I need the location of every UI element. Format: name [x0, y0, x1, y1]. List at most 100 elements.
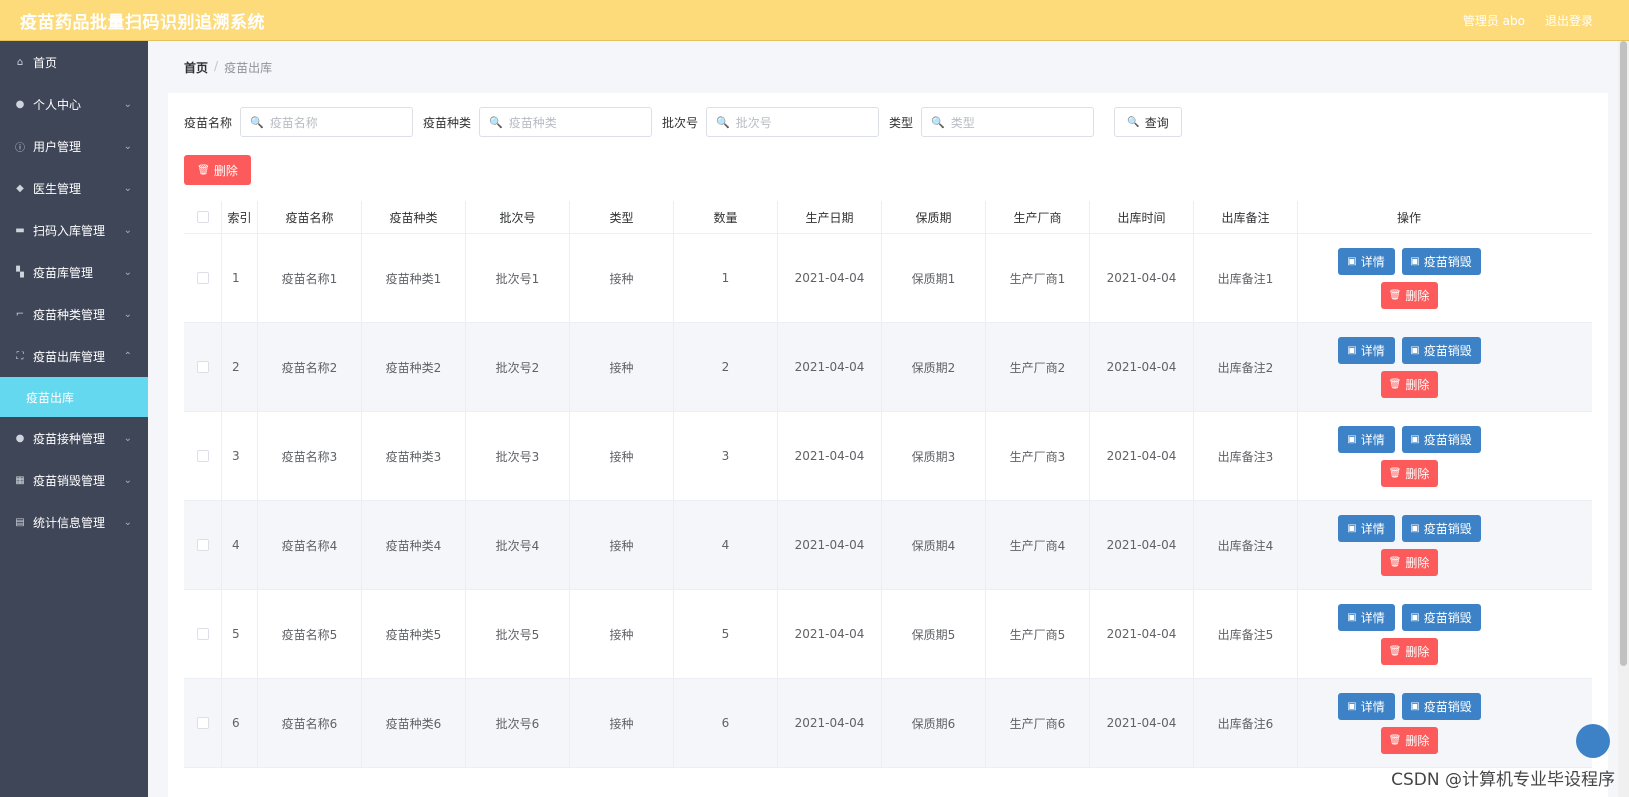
destroy-button[interactable]: ▣ 疫苗销毁	[1401, 425, 1481, 453]
detail-label: 详情	[1360, 699, 1385, 714]
sidebar-item-7[interactable]: ⛶ 疫苗出库管理 ⌃	[0, 335, 148, 377]
table-cell: 3	[222, 412, 258, 500]
column-header: 出库时间	[1090, 201, 1194, 233]
table-cell: 2021-04-04	[778, 590, 882, 678]
main-content: 首页 / 疫苗出库 疫苗名称 🔍 疫苗名称 疫苗种类 🔍 疫苗种类 批次号 🔍 批次号 类型 🔍 类型…	[148, 41, 1618, 797]
sidebar-item-5[interactable]: ▚ 疫苗库管理 ⌄	[0, 251, 148, 293]
table-cell: 出库备注5	[1194, 590, 1298, 678]
query-button[interactable]: 🔍 查询	[1114, 107, 1183, 137]
detail-button[interactable]: ▣ 详情	[1337, 336, 1395, 364]
search-label: 类型	[889, 115, 914, 130]
scrollbar-thumb[interactable]	[1620, 41, 1627, 666]
destroy-button[interactable]: ▣ 疫苗销毁	[1401, 603, 1481, 631]
table-cell: 保质期1	[882, 234, 986, 322]
chevron-down-icon: ⌄	[123, 474, 132, 486]
row-checkbox[interactable]	[196, 628, 209, 640]
trash-icon: 🗑	[1388, 734, 1402, 746]
table-cell: 生产厂商3	[986, 412, 1090, 500]
search-input[interactable]: 🔍 疫苗种类	[479, 107, 653, 137]
table-cell: 生产厂商1	[986, 234, 1090, 322]
user-icon: ●	[15, 98, 25, 110]
destroy-button[interactable]: ▣ 疫苗销毁	[1401, 692, 1481, 720]
row-select-cell	[184, 234, 222, 322]
sidebar-item-label: 用户管理	[33, 139, 82, 154]
table-cell: 2021-04-04	[778, 679, 882, 767]
sidebar-item-3[interactable]: ◆ 医生管理 ⌄	[0, 167, 148, 209]
chevron-down-icon: ⌄	[123, 266, 132, 278]
row-checkbox[interactable]	[196, 450, 209, 462]
document-icon: ▣	[1347, 522, 1357, 534]
sidebar-item-6[interactable]: ⌐ 疫苗种类管理 ⌄	[0, 293, 148, 335]
page-scrollbar[interactable]	[1618, 41, 1629, 797]
destroy-button[interactable]: ▣ 疫苗销毁	[1401, 514, 1481, 542]
flag-icon: ▚	[16, 266, 24, 278]
sidebar-subitem-vaccine-outbound[interactable]: 疫苗出库	[0, 377, 148, 417]
table-cell: 2021-04-04	[778, 501, 882, 589]
row-actions: ▣ 详情 ▣ 疫苗销毁 🗑 删除	[1337, 692, 1481, 754]
search-input[interactable]: 🔍 疫苗名称	[240, 107, 414, 137]
destroy-label: 疫苗销毁	[1423, 610, 1472, 625]
batch-delete-button[interactable]: 🗑 删除	[184, 155, 251, 185]
row-checkbox[interactable]	[196, 361, 209, 373]
column-header: 生产厂商	[986, 201, 1090, 233]
detail-button[interactable]: ▣ 详情	[1337, 247, 1395, 275]
sidebar-item-2[interactable]: ⓘ 用户管理 ⌄	[0, 125, 148, 167]
sidebar-item-10[interactable]: ▦ 疫苗销毁管理 ⌄	[0, 459, 148, 501]
table-cell: 接种	[570, 412, 674, 500]
select-all-checkbox[interactable]	[196, 211, 209, 223]
delete-button[interactable]: 🗑 删除	[1380, 459, 1438, 487]
row-actions-top: ▣ 详情 ▣ 疫苗销毁	[1337, 247, 1481, 275]
row-checkbox[interactable]	[196, 272, 209, 284]
breadcrumb-home[interactable]: 首页	[184, 59, 208, 76]
sidebar-item-label: 疫苗销毁管理	[33, 473, 106, 488]
document-icon: ▣	[1347, 433, 1357, 445]
destroy-button[interactable]: ▣ 疫苗销毁	[1401, 336, 1481, 364]
delete-button[interactable]: 🗑 删除	[1380, 370, 1438, 398]
row-checkbox[interactable]	[196, 717, 209, 729]
table-cell: 2021-04-04	[1090, 679, 1194, 767]
actions-cell: ▣ 详情 ▣ 疫苗销毁 🗑 删除	[1298, 234, 1520, 322]
table-cell: 2021-04-04	[778, 323, 882, 411]
sidebar-item-4[interactable]: ▬ 扫码入库管理 ⌄	[0, 209, 148, 251]
delete-label: 删除	[1405, 733, 1430, 748]
current-user[interactable]: 管理员 abo	[1463, 12, 1525, 29]
document-icon: ▣	[1347, 611, 1357, 623]
table-cell: 疫苗种类1	[362, 234, 466, 322]
content-panel: 疫苗名称 🔍 疫苗名称 疫苗种类 🔍 疫苗种类 批次号 🔍 批次号 类型 🔍 类型 🔍 查询 🗑 删除 索…	[168, 93, 1608, 797]
delete-button[interactable]: 🗑 删除	[1380, 548, 1438, 576]
row-actions-top: ▣ 详情 ▣ 疫苗销毁	[1337, 603, 1481, 631]
delete-button[interactable]: 🗑 删除	[1380, 281, 1438, 309]
search-input[interactable]: 🔍 类型	[921, 107, 1095, 137]
detail-label: 详情	[1360, 254, 1385, 269]
delete-button[interactable]: 🗑 删除	[1380, 726, 1438, 754]
table-cell: 出库备注2	[1194, 323, 1298, 411]
actions-cell: ▣ 详情 ▣ 疫苗销毁 🗑 删除	[1298, 679, 1520, 767]
column-header: 出库备注	[1194, 201, 1298, 233]
sidebar-item-9[interactable]: ● 疫苗接种管理 ⌄	[0, 417, 148, 459]
actions-cell: ▣ 详情 ▣ 疫苗销毁 🗑 删除	[1298, 501, 1520, 589]
floating-action-button[interactable]	[1576, 724, 1610, 758]
row-checkbox[interactable]	[196, 539, 209, 551]
sidebar-item-11[interactable]: ▤ 统计信息管理 ⌄	[0, 501, 148, 543]
detail-button[interactable]: ▣ 详情	[1337, 514, 1395, 542]
table-cell: 2021-04-04	[1090, 412, 1194, 500]
logout-link[interactable]: 退出登录	[1545, 12, 1593, 29]
chevron-down-icon: ⌄	[123, 140, 132, 152]
delete-button[interactable]: 🗑 删除	[1380, 637, 1438, 665]
sidebar: ⌂ 首页 ● 个人中心 ⌄ ⓘ 用户管理 ⌄ ◆ 医生管理 ⌄ ▬ 扫码入库管理 ⌄ ▚ 疫苗库管理 ⌄ ⌐ 疫苗种…	[0, 41, 148, 797]
row-actions-top: ▣ 详情 ▣ 疫苗销毁	[1337, 425, 1481, 453]
detail-button[interactable]: ▣ 详情	[1337, 692, 1395, 720]
detail-label: 详情	[1360, 610, 1385, 625]
table-cell: 疫苗名称2	[258, 323, 362, 411]
detail-button[interactable]: ▣ 详情	[1337, 603, 1395, 631]
trash-icon: 🗑	[1388, 467, 1402, 479]
detail-button[interactable]: ▣ 详情	[1337, 425, 1395, 453]
search-input[interactable]: 🔍 批次号	[706, 107, 880, 137]
destroy-button[interactable]: ▣ 疫苗销毁	[1401, 247, 1481, 275]
table-cell: 疫苗种类6	[362, 679, 466, 767]
sidebar-item-1[interactable]: ● 个人中心 ⌄	[0, 83, 148, 125]
sidebar-item-0[interactable]: ⌂ 首页	[0, 41, 148, 83]
table-cell: 保质期3	[882, 412, 986, 500]
table-cell: 6	[222, 679, 258, 767]
table-cell: 保质期5	[882, 590, 986, 678]
